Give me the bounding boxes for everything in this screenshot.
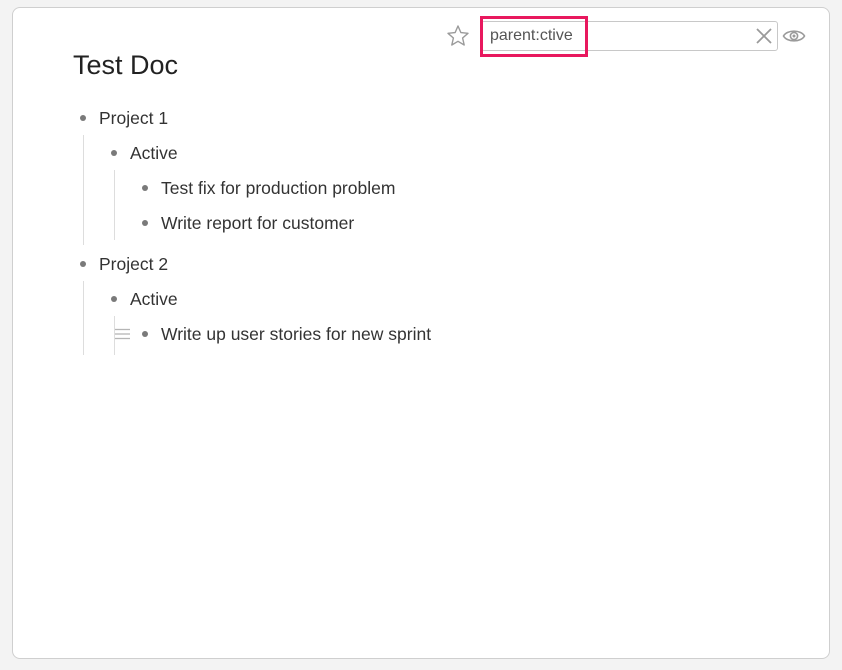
close-icon[interactable]: [755, 27, 773, 45]
outline-guide-project-1: [83, 135, 84, 245]
outline-item-label: Project 1: [99, 108, 169, 128]
eye-icon[interactable]: [782, 27, 806, 45]
bullet-icon[interactable]: [111, 296, 117, 302]
outline-guide-project-2: [83, 281, 84, 355]
bullet-icon[interactable]: [80, 115, 86, 121]
search-input[interactable]: [482, 22, 750, 50]
bullet-icon[interactable]: [142, 185, 148, 191]
bullet-icon[interactable]: [142, 331, 148, 337]
drag-handle-icon[interactable]: [115, 327, 130, 340]
bullet-icon[interactable]: [142, 220, 148, 226]
page-title: Test Doc: [73, 50, 179, 80]
star-icon[interactable]: [446, 24, 470, 48]
outline-item-label: Project 2: [99, 254, 169, 274]
outline-item-label: Active: [130, 143, 178, 163]
bullet-icon[interactable]: [111, 150, 117, 156]
bullet-icon[interactable]: [80, 261, 86, 267]
outline-item-label: Write up user stories for new sprint: [161, 324, 432, 344]
outline-guide-active-1: [114, 170, 115, 240]
outline-item-label: Test fix for production problem: [161, 178, 396, 198]
outline-item-label: Write report for customer: [161, 213, 355, 233]
search-box: [481, 21, 778, 51]
outline-item-label: Active: [130, 289, 178, 309]
